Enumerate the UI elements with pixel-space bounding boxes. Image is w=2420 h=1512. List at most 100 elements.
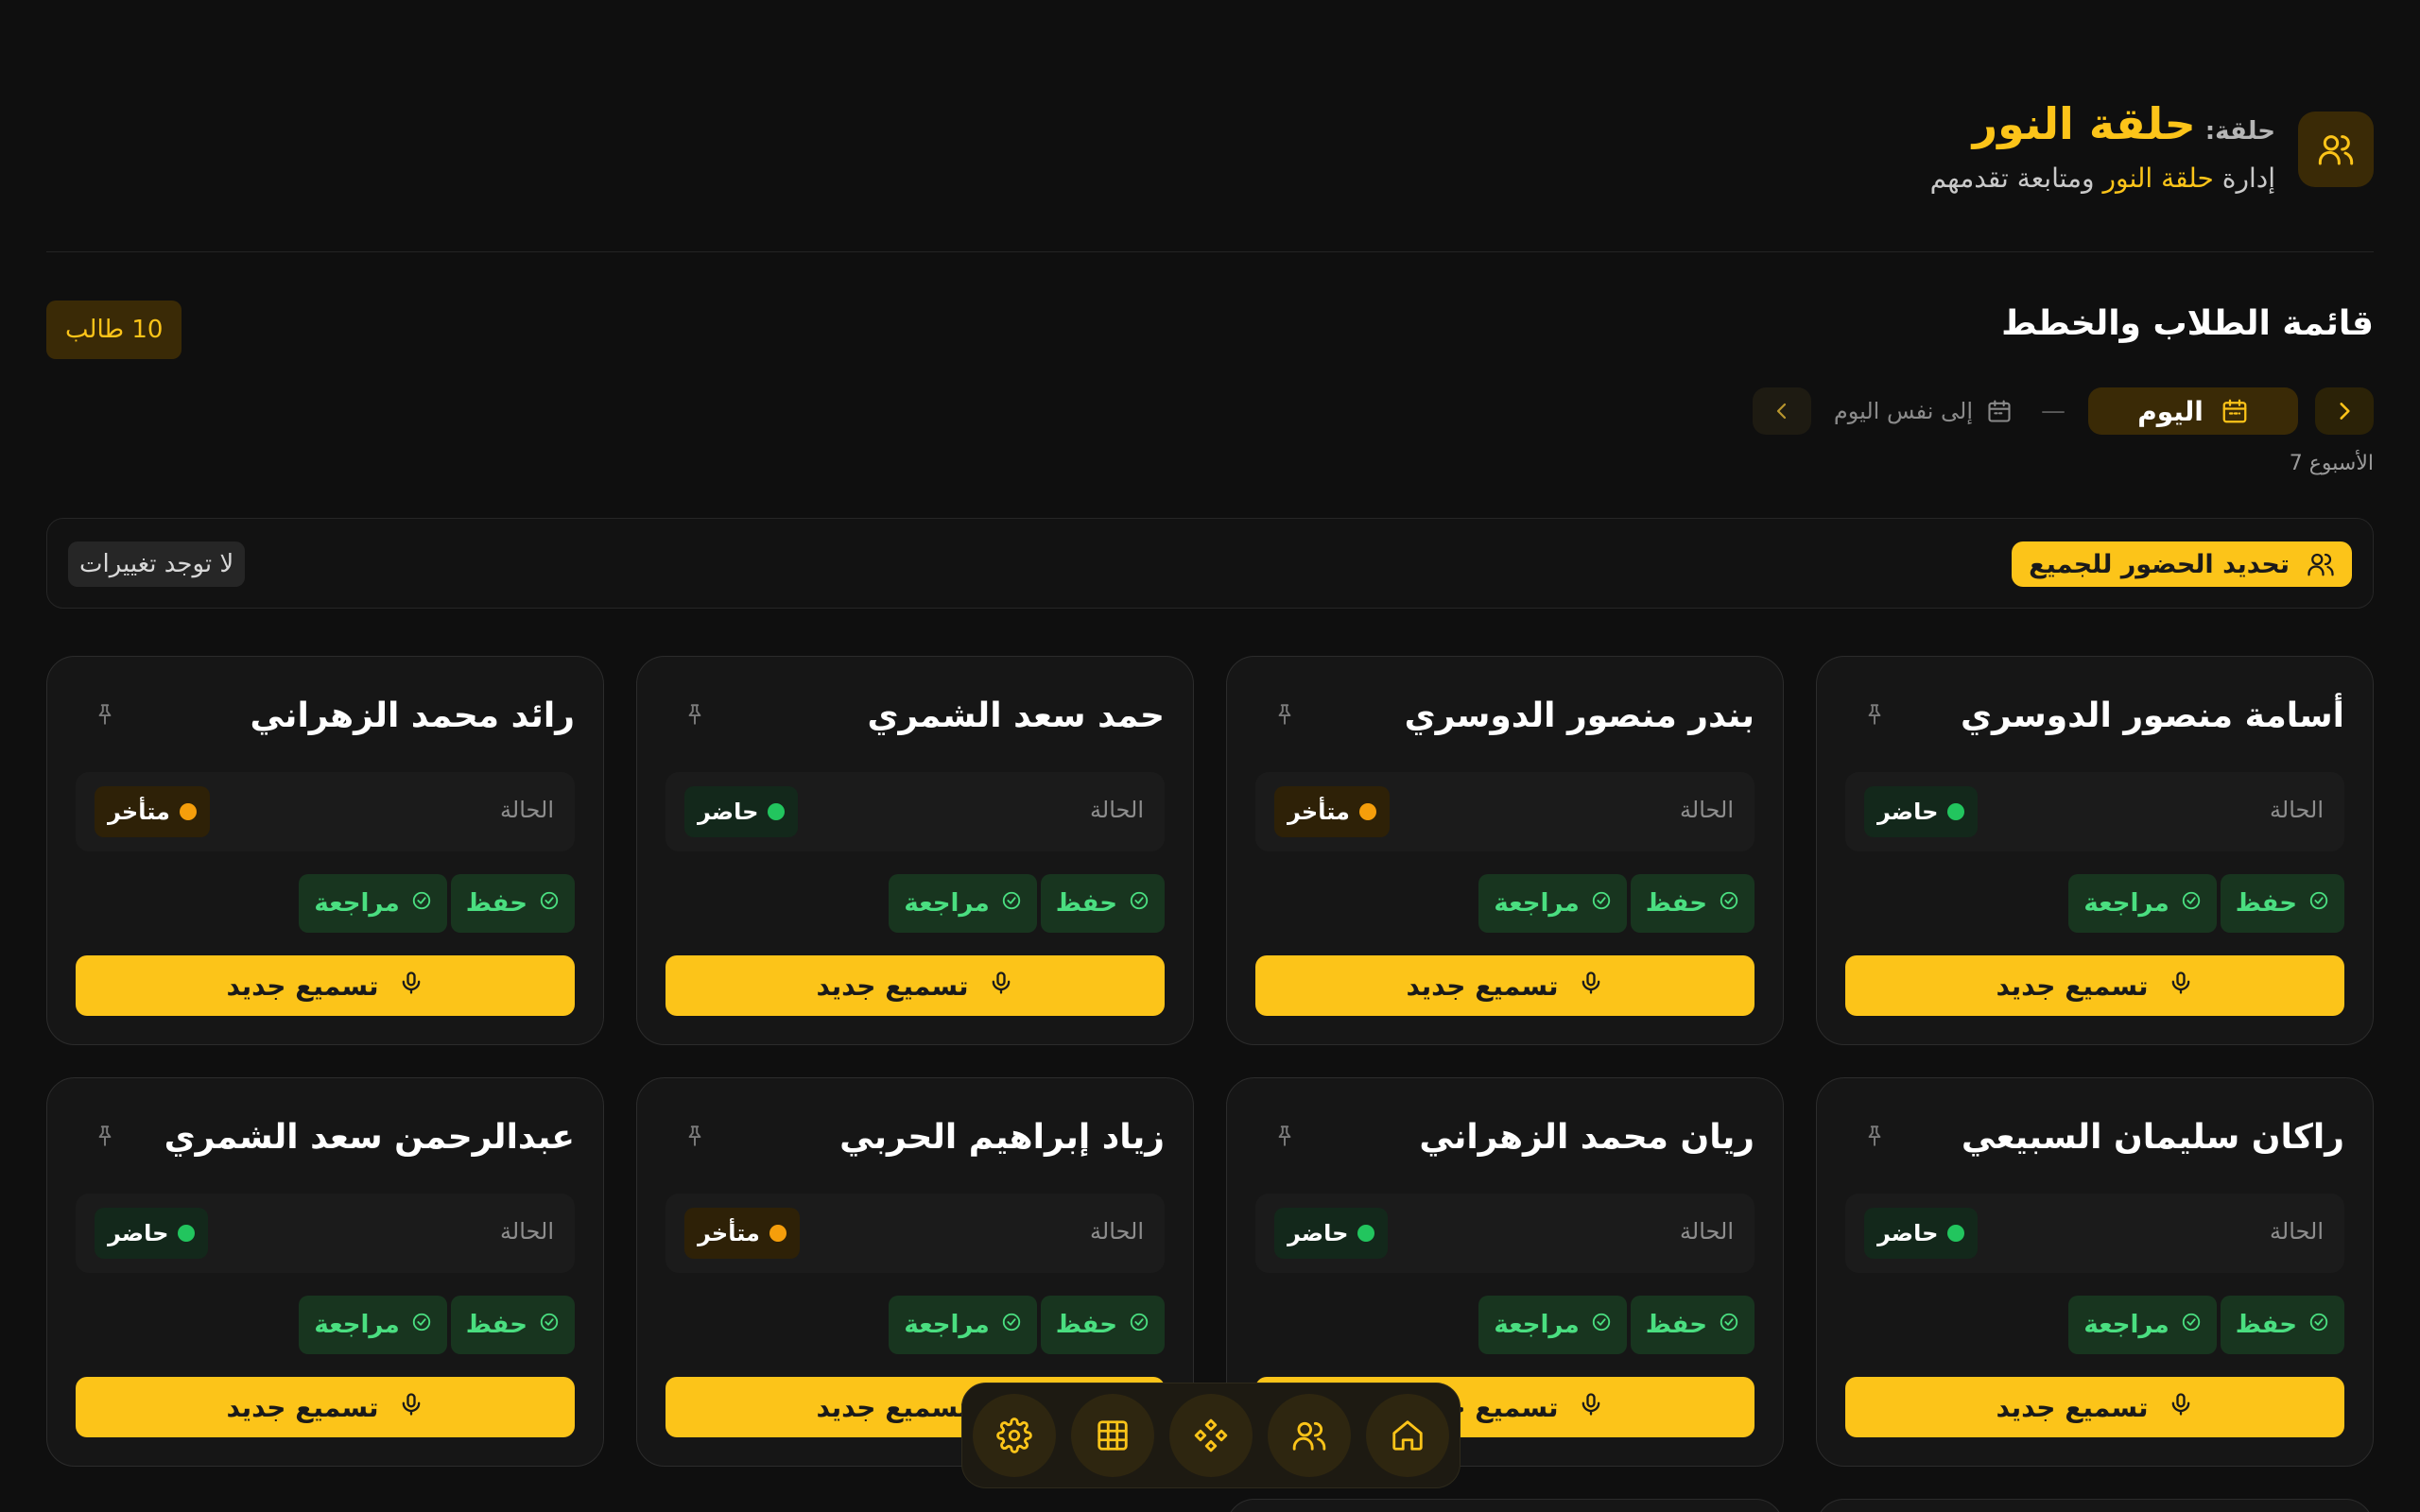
review-tag[interactable]: مراجعة xyxy=(1478,1296,1627,1354)
student-card-partial xyxy=(1226,1499,1784,1512)
review-label: مراجعة xyxy=(904,889,990,918)
new-recitation-button[interactable]: تسميع جديد xyxy=(76,1377,575,1437)
attendance-status-pill[interactable]: متأخر xyxy=(95,786,210,837)
attendance-status-pill[interactable]: حاضر xyxy=(1274,1208,1389,1259)
apps-icon xyxy=(1194,1418,1228,1452)
memorize-label: حفظ xyxy=(465,1311,527,1339)
review-tag[interactable]: مراجعة xyxy=(2068,1296,2217,1354)
pin-icon[interactable] xyxy=(1860,1120,1889,1152)
review-tag[interactable]: مراجعة xyxy=(1478,874,1627,933)
date-to-picker[interactable]: إلى نفس اليوم xyxy=(1828,398,2018,424)
pin-icon[interactable] xyxy=(1270,1120,1299,1152)
new-recitation-button[interactable]: تسميع جديد xyxy=(1845,955,2344,1016)
student-card[interactable]: بندر منصور الدوسري الحالة متأخر حفظ مراجعة تس… xyxy=(1226,656,1784,1045)
status-label: الحالة xyxy=(2270,1218,2324,1245)
memorize-tag[interactable]: حفظ xyxy=(2220,874,2344,933)
status-label: الحالة xyxy=(500,1218,554,1245)
dock-settings-button[interactable] xyxy=(973,1394,1056,1477)
calendar-icon xyxy=(2222,399,2247,423)
status-dot-icon xyxy=(178,1225,196,1242)
review-tag[interactable]: مراجعة xyxy=(299,1296,447,1354)
date-navigation: اليوم — إلى نفس اليوم xyxy=(1752,387,2374,435)
new-recitation-label: تسميع جديد xyxy=(1996,1391,2149,1423)
dock-users-button[interactable] xyxy=(1268,1394,1351,1477)
page-title: حلقة: حلقة النور xyxy=(1930,98,2275,149)
status-text: متأخر xyxy=(108,799,170,825)
memorize-tag[interactable]: حفظ xyxy=(450,1296,575,1354)
student-card[interactable]: أسامة منصور الدوسري الحالة حاضر حفظ مراجعة تس… xyxy=(1816,656,2374,1045)
memorize-tag[interactable]: حفظ xyxy=(1630,1296,1754,1354)
check-circle-icon xyxy=(2308,889,2329,918)
attendance-status-pill[interactable]: حاضر xyxy=(1864,786,1979,837)
attendance-status-pill[interactable]: حاضر xyxy=(684,786,799,837)
status-box: الحالة حاضر xyxy=(1845,1194,2344,1273)
microphone-icon xyxy=(398,1391,424,1424)
memorize-label: حفظ xyxy=(2235,1311,2297,1339)
student-card[interactable]: حمد سعد الشمري الحالة حاضر حفظ مراجعة تسميع ج… xyxy=(636,656,1194,1045)
subtitle-highlight: حلقة النور xyxy=(2102,163,2214,194)
check-circle-icon xyxy=(1719,1311,1739,1339)
dock-grid-button[interactable] xyxy=(1071,1394,1154,1477)
memorize-tag[interactable]: حفظ xyxy=(450,874,575,933)
plan-tags: حفظ مراجعة xyxy=(1478,1296,1754,1354)
microphone-icon xyxy=(2168,1391,2194,1424)
status-text: حاضر xyxy=(698,799,759,825)
check-circle-icon xyxy=(1001,889,1022,918)
review-tag[interactable]: مراجعة xyxy=(889,874,1037,933)
review-tag[interactable]: مراجعة xyxy=(889,1296,1037,1354)
next-day-button[interactable] xyxy=(1752,387,1811,435)
student-name: بندر منصور الدوسري xyxy=(1404,696,1754,735)
new-recitation-button[interactable]: تسميع جديد xyxy=(666,955,1165,1016)
memorize-tag[interactable]: حفظ xyxy=(1040,874,1165,933)
users-icon xyxy=(2308,553,2334,576)
review-tag[interactable]: مراجعة xyxy=(2068,874,2217,933)
attendance-status-pill[interactable]: حاضر xyxy=(1864,1208,1979,1259)
mark-all-attendance-button[interactable]: تحديد الحضور للجميع xyxy=(2012,541,2352,587)
student-card-partial xyxy=(1816,1499,2374,1512)
memorize-label: حفظ xyxy=(465,889,527,918)
status-box: الحالة متأخر xyxy=(1255,772,1754,851)
check-circle-icon xyxy=(1129,1311,1150,1339)
attendance-status-pill[interactable]: متأخر xyxy=(684,1208,800,1259)
microphone-icon xyxy=(1578,970,1604,1003)
pin-icon[interactable] xyxy=(681,698,709,730)
memorize-label: حفظ xyxy=(2235,889,2297,918)
student-card[interactable]: عبدالرحمن سعد الشمري الحالة حاضر حفظ مراجعة ت… xyxy=(46,1077,604,1467)
memorize-label: حفظ xyxy=(1055,1311,1117,1339)
status-box: الحالة متأخر xyxy=(666,1194,1165,1273)
review-label: مراجعة xyxy=(1494,1311,1580,1339)
status-dot-icon xyxy=(1358,803,1376,820)
new-recitation-button[interactable]: تسميع جديد xyxy=(76,955,575,1016)
memorize-tag[interactable]: حفظ xyxy=(2220,1296,2344,1354)
pin-icon[interactable] xyxy=(91,1120,119,1152)
review-tag[interactable]: مراجعة xyxy=(299,874,447,933)
student-card[interactable]: رائد محمد الزهراني الحالة متأخر حفظ مراجعة تس… xyxy=(46,656,604,1045)
memorize-tag[interactable]: حفظ xyxy=(1630,874,1754,933)
previous-day-button[interactable] xyxy=(2315,387,2374,435)
pin-icon[interactable] xyxy=(1270,698,1299,730)
new-recitation-button[interactable]: تسميع جديد xyxy=(1255,955,1754,1016)
status-dot-icon xyxy=(179,803,197,820)
status-text: حاضر xyxy=(108,1220,169,1246)
attendance-status-pill[interactable]: حاضر xyxy=(95,1208,209,1259)
pin-icon[interactable] xyxy=(1860,698,1889,730)
attendance-status-pill[interactable]: متأخر xyxy=(1274,786,1390,837)
new-recitation-label: تسميع جديد xyxy=(226,970,379,1002)
dock-home-button[interactable] xyxy=(1366,1394,1449,1477)
check-circle-icon xyxy=(539,889,560,918)
date-from-picker[interactable]: اليوم xyxy=(2088,387,2298,435)
student-card[interactable]: راكان سليمان السبيعي الحالة حاضر حفظ مراجعة ت… xyxy=(1816,1077,2374,1467)
student-count-badge: 10 طالب xyxy=(46,301,182,359)
status-box: الحالة حاضر xyxy=(666,772,1165,851)
microphone-icon xyxy=(2168,970,2194,1003)
page-subtitle: إدارة حلقة النور ومتابعة تقدمهم xyxy=(1930,163,2275,194)
review-label: مراجعة xyxy=(314,889,400,918)
dock-apps-button[interactable] xyxy=(1169,1394,1253,1477)
memorize-tag[interactable]: حفظ xyxy=(1040,1296,1165,1354)
mark-all-label: تحديد الحضور للجميع xyxy=(2029,549,2290,579)
pin-icon[interactable] xyxy=(91,698,119,730)
pin-icon[interactable] xyxy=(681,1120,709,1152)
status-box: الحالة حاضر xyxy=(1845,772,2344,851)
new-recitation-label: تسميع جديد xyxy=(816,1391,969,1423)
new-recitation-button[interactable]: تسميع جديد xyxy=(1845,1377,2344,1437)
